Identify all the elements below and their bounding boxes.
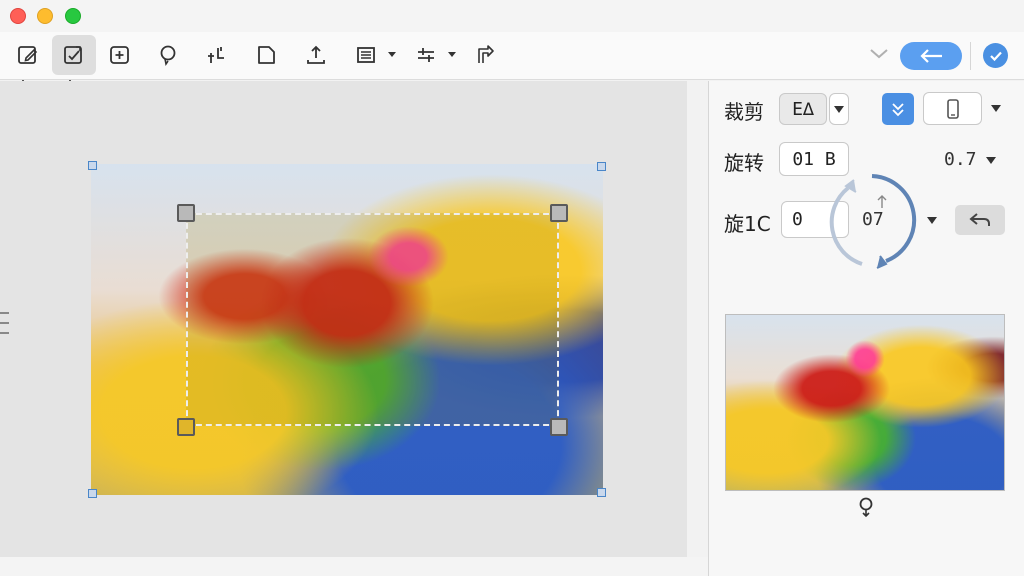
rotate-dropdown-caret[interactable]: [986, 157, 996, 164]
side-grip[interactable]: [0, 322, 9, 324]
crop-handle-top-right[interactable]: [550, 204, 568, 222]
list-tool[interactable]: [344, 35, 388, 75]
phone-icon: [946, 98, 959, 119]
redo-tool[interactable]: [463, 35, 507, 75]
toolbar-divider: [970, 42, 971, 70]
undo-icon: [969, 213, 990, 226]
rotate-dial-value: 07: [862, 209, 884, 230]
page-icon: [258, 46, 275, 64]
image-preview-thumbnail: [725, 314, 1005, 491]
crop-handle-bottom-right[interactable]: [550, 418, 568, 436]
rotate-label: 旋转: [724, 151, 764, 175]
crop-edit-tool[interactable]: [52, 35, 96, 75]
list-dropdown-caret[interactable]: [388, 52, 396, 57]
crop-toggle-button[interactable]: [882, 93, 914, 125]
upload-icon: [307, 45, 325, 64]
crop-dropdown[interactable]: [829, 93, 849, 125]
edit-tool[interactable]: [6, 35, 50, 75]
collapse-icon: [892, 103, 904, 117]
minimize-button[interactable]: [37, 8, 53, 24]
crop-label: 裁剪: [724, 100, 764, 124]
crop-handle-bottom-left[interactable]: [177, 418, 195, 436]
redo-icon: [478, 45, 494, 63]
side-grip[interactable]: [0, 332, 9, 334]
close-button[interactable]: [10, 8, 26, 24]
crop-handle-top-left[interactable]: [177, 204, 195, 222]
adjust-icon: [418, 48, 434, 62]
caret-down-icon: [834, 105, 844, 113]
lasso-tool[interactable]: [146, 35, 190, 75]
zoom-button[interactable]: [65, 8, 81, 24]
image-corner-handle[interactable]: [597, 488, 606, 497]
back-button[interactable]: [900, 42, 962, 70]
transform-icon: [208, 47, 224, 63]
rotate-secondary-label: 旋1C: [724, 212, 771, 236]
chevron-down-icon[interactable]: [868, 46, 890, 62]
image-corner-handle[interactable]: [597, 162, 606, 171]
page-tool[interactable]: [244, 35, 288, 75]
rotate-right-value: 0.7: [944, 149, 977, 170]
list-icon: [357, 47, 375, 63]
device-preset-button[interactable]: [923, 92, 982, 125]
title-bar: [0, 0, 1024, 32]
rotate-secondary-caret[interactable]: [927, 217, 937, 224]
status-strip: [0, 557, 708, 576]
device-dropdown-caret[interactable]: [991, 105, 1001, 112]
reset-rotation-button[interactable]: [955, 205, 1005, 235]
add-tool[interactable]: [98, 35, 142, 75]
lasso-icon: [160, 45, 176, 67]
image-corner-handle[interactable]: [88, 489, 97, 498]
side-grip[interactable]: [0, 312, 9, 314]
arrow-left-icon: [920, 49, 942, 63]
edit-icon: [18, 46, 38, 64]
add-icon: [110, 46, 129, 64]
upload-tool[interactable]: [294, 35, 338, 75]
transform-tool[interactable]: [194, 35, 238, 75]
crop-edit-icon: [64, 46, 82, 64]
adjust-tool[interactable]: [404, 35, 448, 75]
pin-icon[interactable]: [856, 496, 876, 518]
check-icon: [989, 51, 1002, 61]
crop-value-field[interactable]: E∆: [779, 93, 827, 125]
crop-selection[interactable]: [186, 213, 559, 426]
confirm-button[interactable]: [983, 43, 1008, 68]
image-corner-handle[interactable]: [88, 161, 97, 170]
adjust-dropdown-caret[interactable]: [448, 52, 456, 57]
